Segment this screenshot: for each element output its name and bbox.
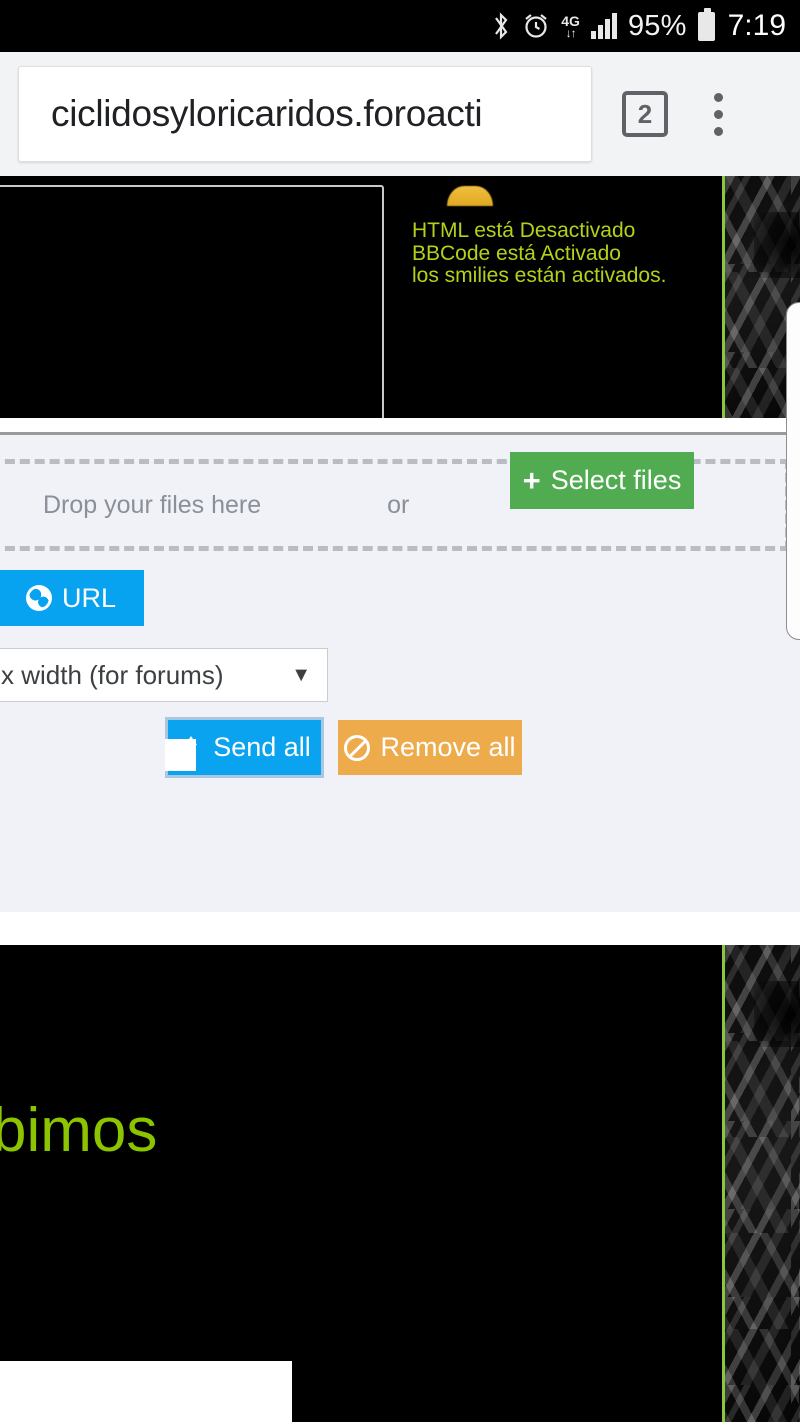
forum-headline: bimos <box>0 1096 158 1165</box>
url-button-label: URL <box>61 582 116 613</box>
tab-count-label: 2 <box>637 98 653 129</box>
send-all-label: Send all <box>213 732 311 762</box>
signal-bars-icon <box>590 13 617 39</box>
battery-percent-label: 95% <box>627 9 687 42</box>
forum-section-bottom: bimos <box>0 945 800 1422</box>
status-bar: 4G ↓↑ 95% 7:19 <box>0 0 800 52</box>
chevron-down-icon: ▼ <box>291 663 311 686</box>
alarm-clock-icon <box>522 12 550 40</box>
forum-permissions-note: HTML está Desactivado BBCode está Activa… <box>412 219 667 288</box>
tab-switcher-button[interactable]: 2 <box>622 91 668 137</box>
plus-icon: + <box>522 463 541 498</box>
select-files-label: Select files <box>550 465 682 495</box>
page-viewport: HTML está Desactivado BBCode está Activa… <box>0 176 800 1422</box>
right-edge-overlay-panel[interactable] <box>786 302 800 640</box>
battery-full-icon <box>697 7 715 41</box>
dropzone-prompt: Drop your files here <box>43 490 262 519</box>
url-upload-button[interactable]: URL <box>0 570 144 626</box>
ban-icon <box>344 734 371 761</box>
smilies-status-line: los smilies están activados. <box>412 264 667 287</box>
bottom-white-block <box>0 1361 292 1422</box>
select-files-button[interactable]: + Select files <box>510 452 694 509</box>
overflow-menu-icon[interactable] <box>714 92 723 136</box>
dropzone-or-label: or <box>387 490 410 519</box>
smiley-icon <box>447 186 493 206</box>
phone-screen: 4G ↓↑ 95% 7:19 ciclidosyloricaridos.foro… <box>0 0 800 1422</box>
browser-toolbar: ciclidosyloricaridos.foroacti 2 <box>0 52 800 176</box>
bluetooth-icon <box>491 11 511 41</box>
bbcode-status-line: BBCode está Activado <box>412 241 621 265</box>
data-transfer-arrows: ↓↑ <box>565 25 577 40</box>
remove-all-button[interactable]: Remove all <box>338 720 522 775</box>
texture-shadow-bottom <box>754 981 800 1047</box>
html-status-line: HTML está Desactivado <box>412 219 636 242</box>
image-upload-panel: Drop your files here or + Select files U… <box>0 435 800 912</box>
forum-background-texture-bottom <box>722 945 800 1422</box>
network-type-icon: 4G ↓↑ <box>561 14 580 39</box>
remove-all-label: Remove all <box>380 732 516 762</box>
globe-icon <box>25 585 52 611</box>
upload-icon <box>178 735 203 760</box>
address-bar[interactable]: ciclidosyloricaridos.foroacti <box>18 66 592 162</box>
image-size-select[interactable]: x width (for forums) ▼ <box>0 648 328 702</box>
image-size-value: x width (for forums) <box>1 659 224 690</box>
url-text: ciclidosyloricaridos.foroacti <box>51 93 483 134</box>
forum-section-top: HTML está Desactivado BBCode está Activa… <box>0 176 800 473</box>
texture-shadow <box>754 212 800 278</box>
clock-label: 7:19 <box>727 9 786 42</box>
send-all-button[interactable]: Send all <box>165 717 324 778</box>
section-gap-bottom <box>0 912 800 945</box>
